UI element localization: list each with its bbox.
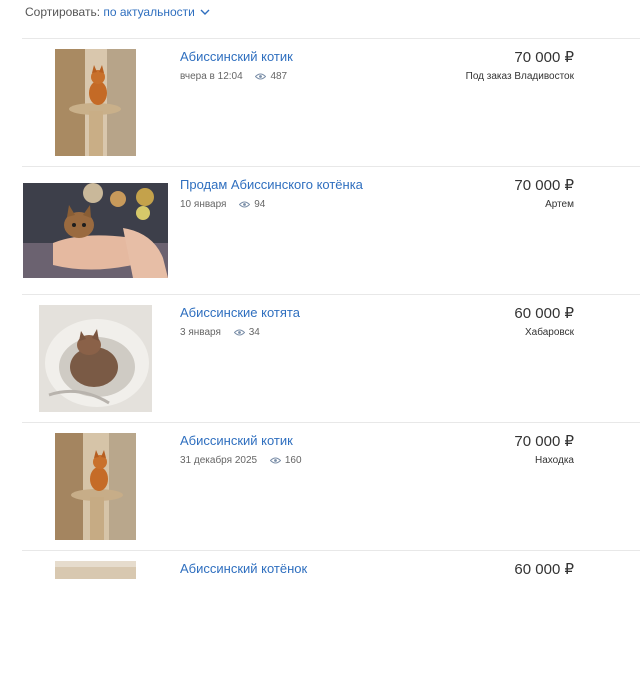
listing-date: 31 декабря 2025 [180, 455, 258, 466]
listing-title[interactable]: Абиссинские котята [180, 305, 300, 320]
cat-photo-image [39, 305, 152, 412]
views-count: 160 [269, 455, 302, 466]
chevron-down-icon[interactable] [200, 9, 210, 16]
listing-photo[interactable] [55, 433, 136, 540]
listing-meta: 31 декабря 2025 160 [180, 455, 302, 466]
listing-price: 70 000 ₽ [514, 433, 574, 450]
views-value: 34 [248, 327, 260, 338]
listing-location: Под заказ Владивосток [465, 71, 574, 82]
listing-photo[interactable] [55, 561, 136, 579]
listing-price: 70 000 ₽ [514, 49, 574, 66]
cat-photo-image [55, 49, 136, 156]
listing-title[interactable]: Абиссинский котик [180, 433, 293, 448]
listing-item[interactable]: Абиссинские котята 3 января 34 60 000 ₽ … [22, 294, 640, 423]
listing-item[interactable]: Абиссинский котёнок 60 000 ₽ [22, 550, 640, 679]
listing-title[interactable]: Абиссинский котёнок [180, 561, 307, 576]
listing-meta: 3 января 34 [180, 327, 260, 338]
listing-price: 70 000 ₽ [514, 177, 574, 194]
cat-photo-image [55, 433, 136, 540]
listing-date: 3 января [180, 327, 221, 338]
listing-photo[interactable] [23, 183, 168, 278]
listing-location: Находка [534, 455, 574, 466]
listing-meta: вчера в 12:04 487 [180, 71, 287, 82]
listing-meta: 10 января 94 [180, 199, 265, 210]
eye-icon [239, 201, 251, 208]
listing-location: Артем [545, 199, 574, 210]
listing-title[interactable]: Продам Абиссинского котёнка [180, 177, 363, 192]
listing-price: 60 000 ₽ [514, 561, 574, 578]
views-count: 34 [233, 327, 260, 338]
views-count: 94 [239, 199, 265, 210]
listing-price: 60 000 ₽ [514, 305, 574, 322]
eye-icon [255, 73, 267, 80]
cat-photo-image [55, 561, 136, 579]
listing-location: Хабаровск [525, 327, 574, 338]
eye-icon [233, 329, 245, 336]
sort-label: Сортировать: [25, 5, 101, 19]
listing-date: 10 января [180, 199, 227, 210]
listing-item[interactable]: Абиссинский котик 31 декабря 2025 160 70… [22, 422, 640, 551]
listing-photo[interactable] [55, 49, 136, 156]
cat-photo-image [23, 183, 168, 278]
views-count: 487 [255, 71, 287, 82]
listing-item[interactable]: Абиссинский котик вчера в 12:04 487 70 0… [22, 38, 640, 167]
eye-icon [269, 457, 282, 464]
listing-date: вчера в 12:04 [180, 71, 243, 82]
sort-control: Сортировать: по актуальности [25, 4, 210, 20]
listing-item[interactable]: Продам Абиссинского котёнка 10 января 94… [22, 166, 640, 295]
views-value: 487 [270, 71, 288, 82]
sort-dropdown[interactable]: по актуальности [103, 5, 195, 19]
views-value: 94 [254, 199, 266, 210]
views-value: 160 [284, 455, 302, 466]
listing-title[interactable]: Абиссинский котик [180, 49, 293, 64]
listing-photo[interactable] [39, 305, 152, 412]
